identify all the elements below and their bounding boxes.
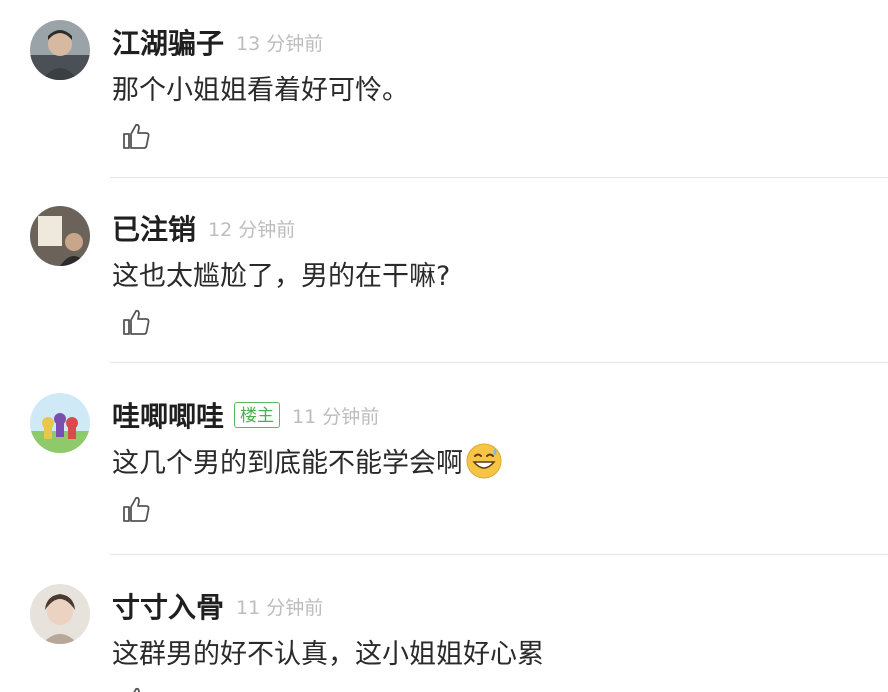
comment-header: 已注销 12 分钟前 [112, 206, 295, 250]
avatar[interactable] [30, 584, 90, 644]
comment-text: 这几个男的到底能不能学会啊 [112, 441, 503, 480]
comment-header: 江湖骗子 13 分钟前 [112, 20, 323, 64]
comment-list: 江湖骗子 13 分钟前 那个小姐姐看着好可怜。 已注销 12 分钟前 这也太尴尬… [0, 0, 888, 692]
comment-header: 哇唧唧哇 楼主 11 分钟前 [112, 393, 379, 437]
avatar[interactable] [30, 20, 90, 80]
comment-text: 那个小姐姐看着好可怜。 [112, 68, 409, 107]
grinning-sweat-emoji [465, 442, 503, 480]
avatar[interactable] [30, 206, 90, 266]
comment-text-body: 这几个男的到底能不能学会啊 [112, 448, 463, 479]
comment-text: 这群男的好不认真，这小姐姐好心累 [112, 632, 544, 671]
divider [110, 177, 888, 178]
username[interactable]: 寸寸入骨 [112, 586, 224, 626]
timestamp: 12 分钟前 [208, 218, 296, 241]
timestamp: 11 分钟前 [292, 405, 380, 428]
divider [110, 362, 888, 363]
thumbs-up-icon[interactable] [120, 306, 152, 338]
avatar[interactable] [30, 393, 90, 453]
timestamp: 13 分钟前 [236, 32, 324, 55]
comment-text-body: 那个小姐姐看着好可怜。 [112, 75, 409, 106]
username[interactable]: 哇唧唧哇 [112, 395, 224, 435]
timestamp: 11 分钟前 [236, 596, 324, 619]
username[interactable]: 江湖骗子 [112, 22, 224, 62]
username[interactable]: 已注销 [112, 208, 196, 248]
thumbs-up-icon[interactable] [120, 684, 152, 692]
comment-text-body: 这也太尴尬了，男的在干嘛? [112, 261, 451, 292]
comment-text: 这也太尴尬了，男的在干嘛? [112, 254, 450, 293]
op-badge: 楼主 [234, 402, 281, 428]
comment-header: 寸寸入骨 11 分钟前 [112, 584, 323, 628]
thumbs-up-icon[interactable] [120, 493, 152, 525]
comment-text-body: 这群男的好不认真，这小姐姐好心累 [112, 639, 544, 670]
thumbs-up-icon[interactable] [120, 120, 152, 152]
divider [110, 554, 888, 555]
